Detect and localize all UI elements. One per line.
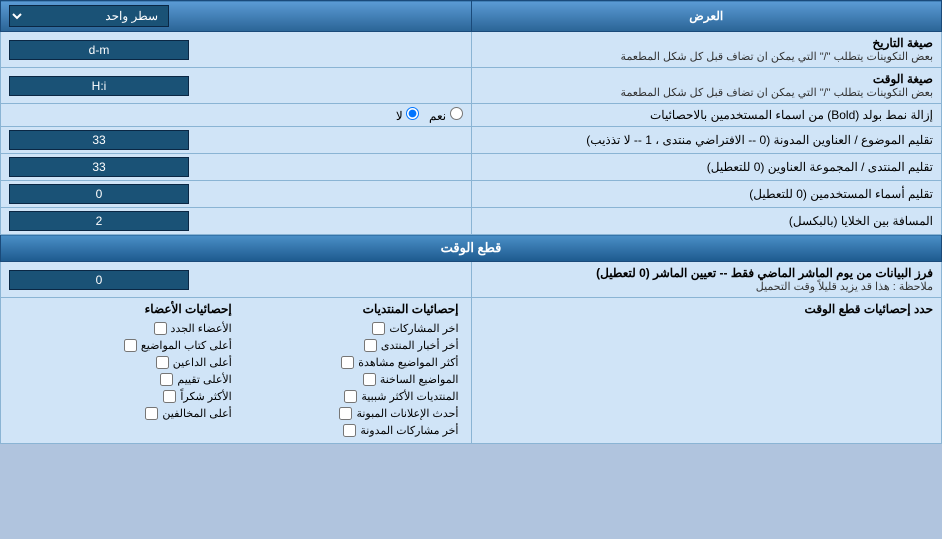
topics-limit-cell: [1, 127, 472, 154]
cutoff-days-input[interactable]: [9, 270, 189, 290]
checkbox-item-5: المنتديات الأكثر شببية: [240, 388, 459, 405]
date-format-input[interactable]: [9, 40, 189, 60]
checkbox-item-10: أعلى الداعين: [13, 354, 232, 371]
checkbox-last-posts[interactable]: [372, 322, 385, 335]
stats-members-header: إحصائيات الأعضاء: [13, 302, 232, 316]
checkbox-new-members[interactable]: [154, 322, 167, 335]
forum-limit-input[interactable]: [9, 157, 189, 177]
checkbox-popular-forums[interactable]: [344, 390, 357, 403]
checkbox-top-rated[interactable]: [160, 373, 173, 386]
checkbox-item-6: أحدث الإعلانات المبونة: [240, 405, 459, 422]
checkbox-forum-news[interactable]: [364, 339, 377, 352]
stats-forums-header: إحصائيات المنتديات: [240, 302, 459, 316]
bold-no-label: لا: [396, 107, 419, 123]
checkbox-item-9: أعلى كتاب المواضيع: [13, 337, 232, 354]
forum-limit-label: تقليم المنتدى / المجموعة العناوين (0 للت…: [471, 154, 942, 181]
stats-checkboxes-cell: إحصائيات المنتديات اخر المشاركات أخر أخب…: [1, 298, 472, 444]
stats-members-col: إحصائيات الأعضاء الأعضاء الجدد أعلى كتاب…: [9, 302, 236, 439]
checkbox-top-writers[interactable]: [124, 339, 137, 352]
checkbox-item-4: المواضيع الساخنة: [240, 371, 459, 388]
bold-yes-radio[interactable]: [450, 107, 463, 120]
cutoff-days-label: فرز البيانات من يوم الماشر الماضي فقط --…: [471, 262, 942, 298]
cell-spacing-label: المسافة بين الخلايا (بالبكسل): [471, 208, 942, 235]
checkbox-item-3: أكثر المواضيع مشاهدة: [240, 354, 459, 371]
forum-limit-cell: [1, 154, 472, 181]
bold-no-radio[interactable]: [406, 107, 419, 120]
cutoff-days-cell: [1, 262, 472, 298]
cell-spacing-cell: [1, 208, 472, 235]
date-format-cell: [1, 32, 472, 68]
bold-remove-label: إزالة نمط بولد (Bold) من اسماء المستخدمي…: [471, 104, 942, 127]
checkbox-blog-posts[interactable]: [343, 424, 356, 437]
users-limit-label: تقليم أسماء المستخدمين (0 للتعطيل): [471, 181, 942, 208]
checkbox-most-thanks[interactable]: [163, 390, 176, 403]
users-limit-input[interactable]: [9, 184, 189, 204]
checkbox-top-inviters[interactable]: [156, 356, 169, 369]
checkbox-item-2: أخر أخبار المنتدى: [240, 337, 459, 354]
checkbox-item-12: الأكثر شكراً: [13, 388, 232, 405]
checkbox-announcements[interactable]: [339, 407, 352, 420]
date-format-label: صيغة التاريخ بعض التكوينات يتطلب "/" الت…: [471, 32, 942, 68]
section-title: العرض: [471, 1, 942, 32]
checkbox-item-1: اخر المشاركات: [240, 320, 459, 337]
display-dropdown-cell: سطر واحد سطران ثلاثة أسطر: [1, 1, 472, 32]
stats-label: حدد إحصائيات قطع الوقت: [471, 298, 942, 444]
users-limit-cell: [1, 181, 472, 208]
display-select[interactable]: سطر واحد سطران ثلاثة أسطر: [9, 5, 169, 27]
checkbox-most-viewed[interactable]: [341, 356, 354, 369]
checkbox-item-8: الأعضاء الجدد: [13, 320, 232, 337]
time-format-cell: [1, 68, 472, 104]
bold-yes-label: نعم: [429, 107, 462, 123]
checkbox-item-11: الأعلى تقييم: [13, 371, 232, 388]
bold-remove-cell: لا نعم: [1, 104, 472, 127]
stats-forums-col: إحصائيات المنتديات اخر المشاركات أخر أخب…: [236, 302, 463, 439]
time-format-label: صيغة الوقت بعض التكوينات يتطلب "/" التي …: [471, 68, 942, 104]
checkbox-hot-topics[interactable]: [363, 373, 376, 386]
cell-spacing-input[interactable]: [9, 211, 189, 231]
checkbox-item-13: أعلى المخالفين: [13, 405, 232, 422]
time-format-input[interactable]: [9, 76, 189, 96]
topics-limit-label: تقليم الموضوع / العناوين المدونة (0 -- ا…: [471, 127, 942, 154]
checkbox-item-7: أخر مشاركات المدونة: [240, 422, 459, 439]
checkbox-top-violators[interactable]: [145, 407, 158, 420]
cutoff-section-header: قطع الوقت: [1, 235, 942, 262]
topics-limit-input[interactable]: [9, 130, 189, 150]
